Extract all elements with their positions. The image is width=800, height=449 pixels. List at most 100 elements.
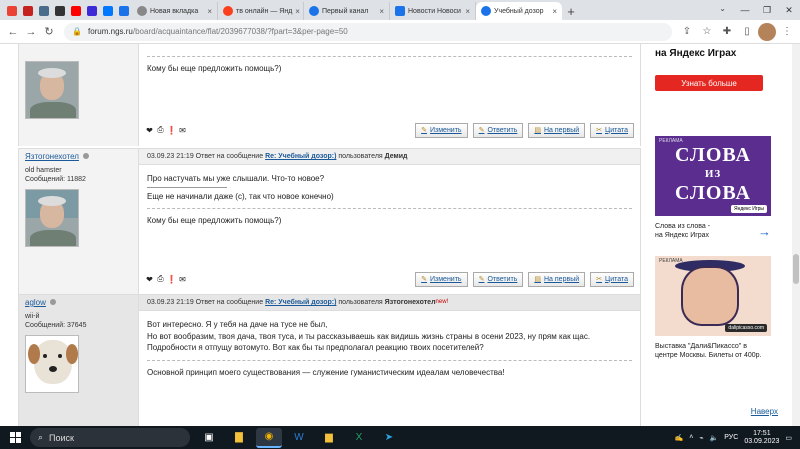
close-icon[interactable]: × xyxy=(379,7,384,16)
new-tab-button[interactable]: + xyxy=(562,2,580,20)
ad-slova[interactable]: РЕКЛАМА СЛОВА ИЗ СЛОВА Яндекс Игры Слова… xyxy=(655,136,771,240)
chrome-icon[interactable]: ◉ xyxy=(256,427,282,448)
tab-news[interactable]: Новости Новоси × xyxy=(390,2,476,20)
chevron-up-icon[interactable]: ˄ xyxy=(689,434,693,441)
url-path: /board/acquaintance/flat/2039677038/?fpa… xyxy=(132,27,348,36)
reply-button[interactable]: ✎ Ответить xyxy=(472,122,524,138)
heart-icon[interactable]: ❤ xyxy=(145,126,154,135)
browser-toolbar: ← → ↻ 🔒 forum.ngs.ru/board/acquaintance/… xyxy=(0,20,800,44)
reply-icon: ✎ xyxy=(478,127,485,134)
app-icon xyxy=(119,6,129,16)
folder-icon[interactable]: ▆ xyxy=(316,428,342,448)
lock-icon[interactable]: 🔒 xyxy=(72,27,82,36)
tab-gmail[interactable] xyxy=(4,2,20,20)
sidepanel-icon[interactable]: ▯ xyxy=(738,23,756,41)
scroll-top-link[interactable]: Наверх xyxy=(751,407,778,416)
address-bar[interactable]: 🔒 forum.ngs.ru/board/acquaintance/flat/2… xyxy=(64,22,672,41)
tab-new[interactable]: Новая вкладка × xyxy=(132,2,218,20)
close-icon[interactable]: × xyxy=(465,7,470,16)
quote-label: Цитата xyxy=(605,275,628,283)
back-icon[interactable]: ← xyxy=(4,23,22,41)
explorer-icon[interactable]: ▇ xyxy=(226,428,252,448)
arrow-right-icon[interactable]: → xyxy=(758,225,771,238)
post-author-panel: Язтогонехотел old hamster Сообщений: 118… xyxy=(19,149,139,294)
scrollbar[interactable] xyxy=(792,44,800,426)
forward-icon[interactable]: → xyxy=(22,23,40,41)
tab-yandex[interactable]: тв онлайн — Янд × xyxy=(218,2,304,20)
ad-image: РЕКЛАМА dalipicasso.com xyxy=(655,256,771,336)
minimize-icon[interactable]: — xyxy=(734,0,756,20)
tab-pervy[interactable]: Первый канал × xyxy=(304,2,390,20)
tab-bookmark[interactable] xyxy=(84,2,100,20)
word-icon[interactable]: W xyxy=(286,428,312,448)
tab-mail[interactable] xyxy=(20,2,36,20)
ad-title: на Яндекс Играх xyxy=(655,48,737,59)
chrome-icon xyxy=(137,6,147,16)
tab-youtube[interactable] xyxy=(68,2,84,20)
post-author[interactable]: aglow xyxy=(25,298,46,307)
tab-note[interactable] xyxy=(36,2,52,20)
ad-illustration xyxy=(681,266,739,326)
close-window-icon[interactable]: ✕ xyxy=(778,0,800,20)
start-button[interactable] xyxy=(0,426,30,449)
restore-icon[interactable]: ❐ xyxy=(756,0,778,20)
tab-vk[interactable] xyxy=(100,2,116,20)
quote-divider xyxy=(147,186,227,188)
heart-icon[interactable]: ❤ xyxy=(145,275,154,284)
post-line: Вот интересно. Я у тебя на даче на тусе … xyxy=(147,320,328,329)
pm-icon[interactable]: ✉ xyxy=(178,126,187,135)
post-author[interactable]: Язтогонехотел xyxy=(25,152,79,161)
close-icon[interactable]: × xyxy=(207,7,212,16)
print-icon[interactable]: ⎙ xyxy=(156,125,165,135)
edit-button[interactable]: ✎ Изменить xyxy=(415,122,468,138)
edit-button[interactable]: ✎ Изменить xyxy=(415,271,468,287)
warning-icon[interactable]: ❗ xyxy=(167,275,177,284)
first-button[interactable]: ▤ На первый xyxy=(528,271,586,287)
reload-icon[interactable]: ↻ xyxy=(40,23,58,41)
ad-yandex-games[interactable]: на Яндекс Играх Узнать больше xyxy=(655,44,771,91)
pen-icon[interactable]: ✍ xyxy=(675,434,684,442)
learn-more-button[interactable]: Узнать больше xyxy=(655,75,763,91)
volume-icon[interactable]: 🔈 xyxy=(710,434,719,442)
chevron-down-icon[interactable]: ⌄ xyxy=(719,4,726,13)
star-icon[interactable]: ☆ xyxy=(698,23,716,41)
quote-button[interactable]: ✂ Цитата xyxy=(590,271,634,287)
reply-label: Ответить xyxy=(487,126,518,134)
notification-icon[interactable]: ▭ xyxy=(785,434,792,442)
reply-link[interactable]: Re: Учебный дозор:) xyxy=(265,299,336,306)
reply-button[interactable]: ✎ Ответить xyxy=(472,271,524,287)
author-post-count: Сообщений: 11882 xyxy=(25,176,86,183)
edit-icon: ✎ xyxy=(421,127,427,134)
reply-link[interactable]: Re: Учебный дозор:) xyxy=(265,153,336,160)
menu-icon[interactable]: ⋮ xyxy=(778,23,796,41)
taskbar-search[interactable]: ⌕ Поиск xyxy=(30,428,190,447)
excel-icon[interactable]: X xyxy=(346,428,372,448)
tab-x[interactable] xyxy=(52,2,68,20)
print-icon[interactable]: ⎙ xyxy=(156,274,165,284)
avatar xyxy=(25,189,79,247)
news-icon xyxy=(395,6,405,16)
close-icon[interactable]: × xyxy=(552,7,557,16)
pm-icon[interactable]: ✉ xyxy=(178,275,187,284)
close-icon[interactable]: × xyxy=(295,7,300,16)
telegram-icon[interactable]: ➤ xyxy=(376,428,402,448)
quote-button[interactable]: ✂ Цитата xyxy=(590,122,634,138)
task-view-icon[interactable]: ▣ xyxy=(196,428,222,448)
warning-icon[interactable]: ❗ xyxy=(167,126,177,135)
tab-dozor[interactable]: Учебный дозор × xyxy=(476,2,562,20)
scrollbar-thumb[interactable] xyxy=(793,254,799,284)
clock[interactable]: 17:51 03.09.2023 xyxy=(744,430,779,446)
network-icon[interactable]: ⌁ xyxy=(699,434,703,442)
language-indicator[interactable]: РУС xyxy=(724,434,738,441)
mail-icon xyxy=(23,6,33,16)
post-author-panel: aglow wii-й Сообщений: 37645 xyxy=(19,295,139,426)
ad-dali[interactable]: РЕКЛАМА dalipicasso.com Выставка "Дали&П… xyxy=(655,256,771,360)
extensions-icon[interactable]: ✚ xyxy=(718,23,736,41)
reply-prefix: Ответ на сообщение xyxy=(195,153,264,160)
status-icon xyxy=(82,153,89,159)
tab-app[interactable] xyxy=(116,2,132,20)
first-button[interactable]: ▤ На первый xyxy=(528,122,586,138)
ad-caption-line: Слова из слова - xyxy=(655,223,711,230)
profile-avatar[interactable] xyxy=(758,22,776,41)
share-icon[interactable]: ⇪ xyxy=(678,23,696,41)
